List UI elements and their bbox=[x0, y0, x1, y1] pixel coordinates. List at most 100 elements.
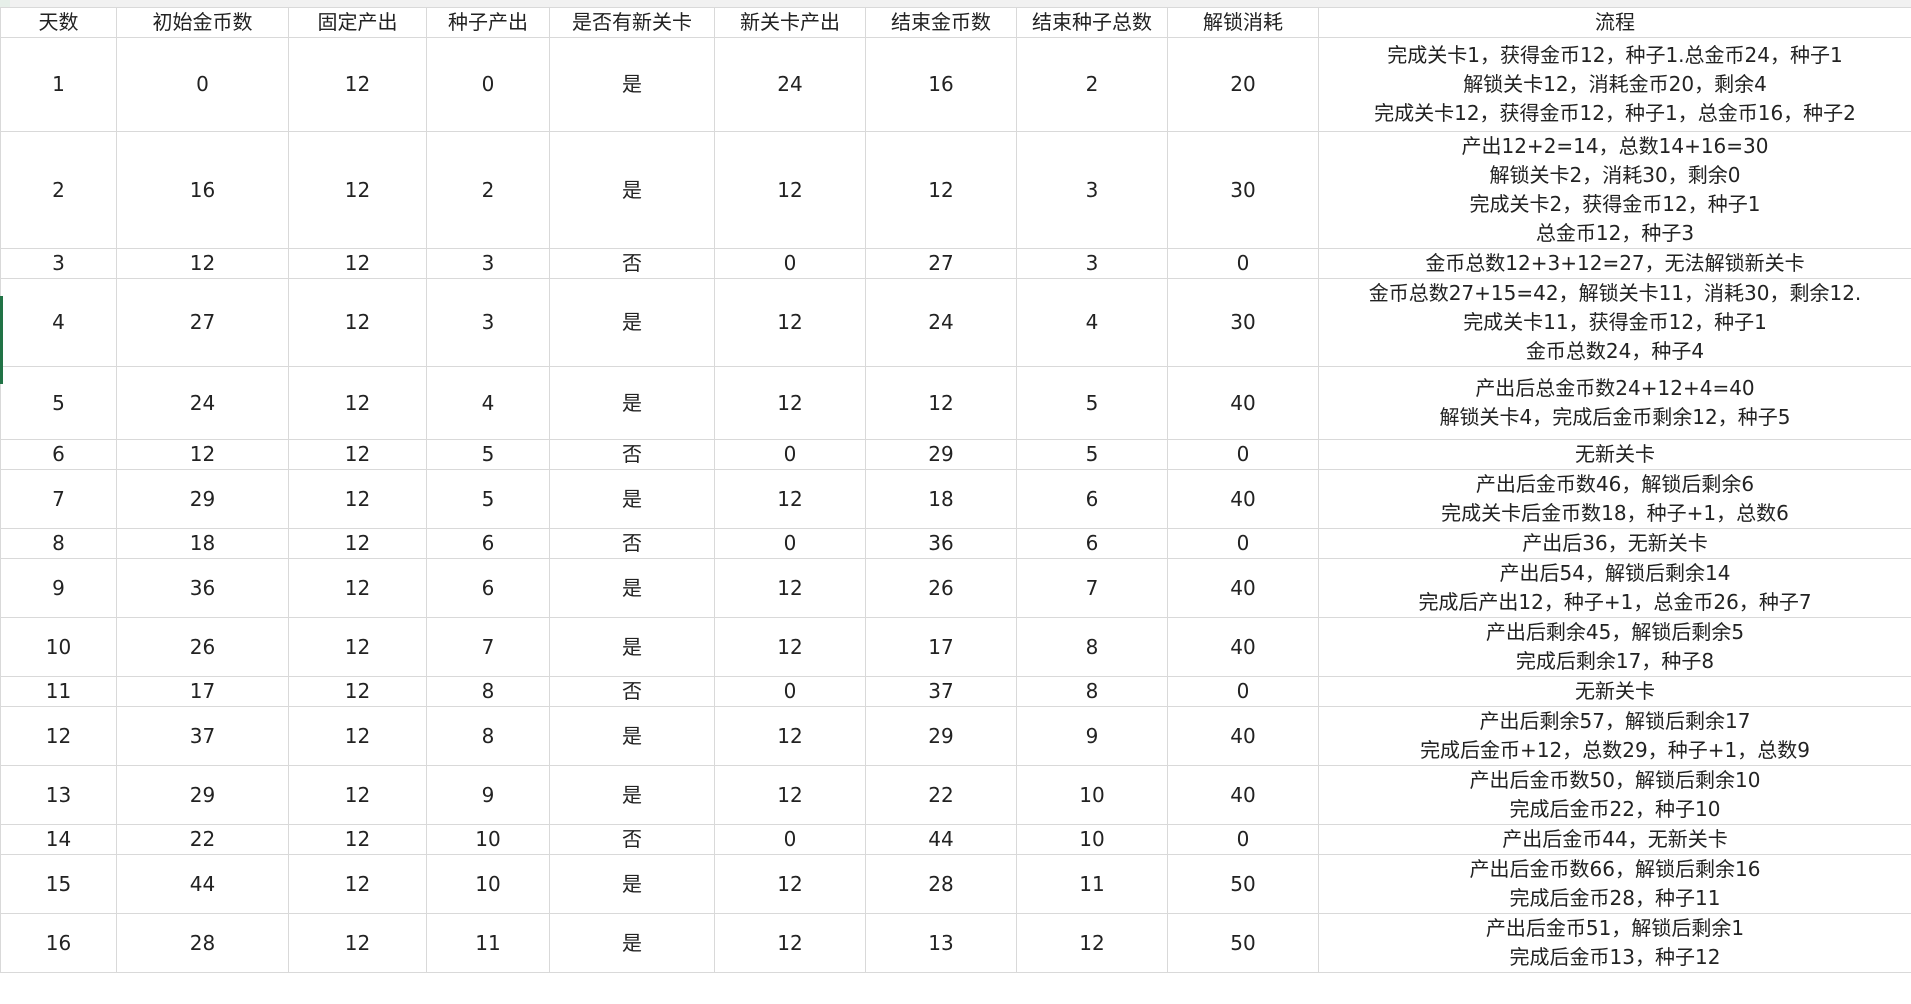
cell-seed-output[interactable]: 5 bbox=[426, 469, 550, 529]
cell-start-gold[interactable]: 24 bbox=[116, 366, 289, 440]
cell-end-seed-total[interactable]: 8 bbox=[1016, 676, 1168, 707]
cell-unlock-cost[interactable]: 50 bbox=[1167, 854, 1319, 914]
cell-flow[interactable]: 产出后金币数46，解锁后剩余6 完成关卡后金币数18，种子+1，总数6 bbox=[1318, 469, 1911, 529]
cell-fixed-output[interactable]: 12 bbox=[288, 765, 427, 825]
cell-end-seed-total[interactable]: 9 bbox=[1016, 706, 1168, 766]
cell-day[interactable]: 16 bbox=[0, 913, 117, 973]
cell-fixed-output[interactable]: 12 bbox=[288, 676, 427, 707]
cell-end-seed-total[interactable]: 2 bbox=[1016, 37, 1168, 132]
cell-unlock-cost[interactable]: 40 bbox=[1167, 469, 1319, 529]
cell-fixed-output[interactable]: 12 bbox=[288, 558, 427, 618]
cell-new-level-output[interactable]: 12 bbox=[714, 913, 866, 973]
cell-seed-output[interactable]: 10 bbox=[426, 854, 550, 914]
cell-has-new-level[interactable]: 否 bbox=[549, 676, 715, 707]
cell-flow[interactable]: 产出后36，无新关卡 bbox=[1318, 528, 1911, 559]
cell-start-gold[interactable]: 16 bbox=[116, 131, 289, 249]
cell-seed-output[interactable]: 2 bbox=[426, 131, 550, 249]
cell-end-gold[interactable]: 27 bbox=[865, 248, 1017, 279]
cell-end-gold[interactable]: 13 bbox=[865, 913, 1017, 973]
cell-flow[interactable]: 完成关卡1，获得金币12，种子1.总金币24，种子1 解锁关卡12，消耗金币20，… bbox=[1318, 37, 1911, 132]
cell-seed-output[interactable]: 4 bbox=[426, 366, 550, 440]
cell-end-seed-total[interactable]: 12 bbox=[1016, 913, 1168, 973]
header-cell-unlock-cost[interactable]: 解锁消耗 bbox=[1167, 7, 1319, 38]
cell-end-gold[interactable]: 36 bbox=[865, 528, 1017, 559]
cell-end-gold[interactable]: 44 bbox=[865, 824, 1017, 855]
cell-end-seed-total[interactable]: 10 bbox=[1016, 765, 1168, 825]
cell-end-gold[interactable]: 29 bbox=[865, 706, 1017, 766]
cell-new-level-output[interactable]: 24 bbox=[714, 37, 866, 132]
cell-new-level-output[interactable]: 0 bbox=[714, 248, 866, 279]
cell-seed-output[interactable]: 10 bbox=[426, 824, 550, 855]
cell-new-level-output[interactable]: 12 bbox=[714, 469, 866, 529]
header-cell-day[interactable]: 天数 bbox=[0, 7, 117, 38]
cell-day[interactable]: 1 bbox=[0, 37, 117, 132]
cell-end-seed-total[interactable]: 10 bbox=[1016, 824, 1168, 855]
cell-flow[interactable]: 无新关卡 bbox=[1318, 439, 1911, 470]
cell-end-seed-total[interactable]: 7 bbox=[1016, 558, 1168, 618]
cell-has-new-level[interactable]: 是 bbox=[549, 278, 715, 367]
cell-has-new-level[interactable]: 是 bbox=[549, 617, 715, 677]
cell-has-new-level[interactable]: 是 bbox=[549, 854, 715, 914]
cell-start-gold[interactable]: 29 bbox=[116, 469, 289, 529]
cell-end-gold[interactable]: 29 bbox=[865, 439, 1017, 470]
cell-end-seed-total[interactable]: 3 bbox=[1016, 248, 1168, 279]
select-all-corner[interactable] bbox=[0, 0, 10, 7]
cell-start-gold[interactable]: 29 bbox=[116, 765, 289, 825]
cell-end-seed-total[interactable]: 5 bbox=[1016, 439, 1168, 470]
cell-seed-output[interactable]: 9 bbox=[426, 765, 550, 825]
cell-has-new-level[interactable]: 是 bbox=[549, 765, 715, 825]
cell-flow[interactable]: 产出后54，解锁后剩余14 完成后产出12，种子+1，总金币26，种子7 bbox=[1318, 558, 1911, 618]
cell-start-gold[interactable]: 27 bbox=[116, 278, 289, 367]
cell-fixed-output[interactable]: 12 bbox=[288, 131, 427, 249]
cell-seed-output[interactable]: 6 bbox=[426, 528, 550, 559]
cell-start-gold[interactable]: 0 bbox=[116, 37, 289, 132]
cell-fixed-output[interactable]: 12 bbox=[288, 366, 427, 440]
cell-day[interactable]: 13 bbox=[0, 765, 117, 825]
cell-fixed-output[interactable]: 12 bbox=[288, 706, 427, 766]
cell-day[interactable]: 12 bbox=[0, 706, 117, 766]
cell-flow[interactable]: 金币总数27+15=42，解锁关卡11，消耗30，剩余12. 完成关卡11，获得金… bbox=[1318, 278, 1911, 367]
cell-end-gold[interactable]: 37 bbox=[865, 676, 1017, 707]
cell-day[interactable]: 15 bbox=[0, 854, 117, 914]
cell-fixed-output[interactable]: 12 bbox=[288, 278, 427, 367]
cell-seed-output[interactable]: 3 bbox=[426, 278, 550, 367]
cell-has-new-level[interactable]: 是 bbox=[549, 366, 715, 440]
cell-unlock-cost[interactable]: 0 bbox=[1167, 439, 1319, 470]
cell-start-gold[interactable]: 36 bbox=[116, 558, 289, 618]
cell-new-level-output[interactable]: 12 bbox=[714, 854, 866, 914]
cell-new-level-output[interactable]: 12 bbox=[714, 617, 866, 677]
cell-day[interactable]: 3 bbox=[0, 248, 117, 279]
cell-new-level-output[interactable]: 0 bbox=[714, 528, 866, 559]
cell-day[interactable]: 10 bbox=[0, 617, 117, 677]
cell-fixed-output[interactable]: 12 bbox=[288, 37, 427, 132]
cell-flow[interactable]: 无新关卡 bbox=[1318, 676, 1911, 707]
cell-seed-output[interactable]: 7 bbox=[426, 617, 550, 677]
cell-has-new-level[interactable]: 是 bbox=[549, 37, 715, 132]
cell-start-gold[interactable]: 28 bbox=[116, 913, 289, 973]
cell-end-gold[interactable]: 18 bbox=[865, 469, 1017, 529]
cell-fixed-output[interactable]: 12 bbox=[288, 617, 427, 677]
cell-flow[interactable]: 产出后金币44，无新关卡 bbox=[1318, 824, 1911, 855]
cell-has-new-level[interactable]: 否 bbox=[549, 528, 715, 559]
cell-day[interactable]: 8 bbox=[0, 528, 117, 559]
cell-fixed-output[interactable]: 12 bbox=[288, 913, 427, 973]
cell-unlock-cost[interactable]: 40 bbox=[1167, 366, 1319, 440]
cell-day[interactable]: 9 bbox=[0, 558, 117, 618]
cell-start-gold[interactable]: 44 bbox=[116, 854, 289, 914]
cell-fixed-output[interactable]: 12 bbox=[288, 248, 427, 279]
cell-flow[interactable]: 产出后剩余57，解锁后剩余17 完成后金币+12，总数29，种子+1，总数9 bbox=[1318, 706, 1911, 766]
cell-start-gold[interactable]: 26 bbox=[116, 617, 289, 677]
cell-day[interactable]: 5 bbox=[0, 366, 117, 440]
cell-end-seed-total[interactable]: 4 bbox=[1016, 278, 1168, 367]
cell-seed-output[interactable]: 8 bbox=[426, 706, 550, 766]
cell-has-new-level[interactable]: 是 bbox=[549, 706, 715, 766]
cell-start-gold[interactable]: 22 bbox=[116, 824, 289, 855]
cell-has-new-level[interactable]: 是 bbox=[549, 558, 715, 618]
cell-start-gold[interactable]: 12 bbox=[116, 248, 289, 279]
cell-new-level-output[interactable]: 12 bbox=[714, 765, 866, 825]
cell-day[interactable]: 2 bbox=[0, 131, 117, 249]
cell-has-new-level[interactable]: 否 bbox=[549, 248, 715, 279]
cell-seed-output[interactable]: 0 bbox=[426, 37, 550, 132]
cell-fixed-output[interactable]: 12 bbox=[288, 469, 427, 529]
cell-new-level-output[interactable]: 12 bbox=[714, 278, 866, 367]
